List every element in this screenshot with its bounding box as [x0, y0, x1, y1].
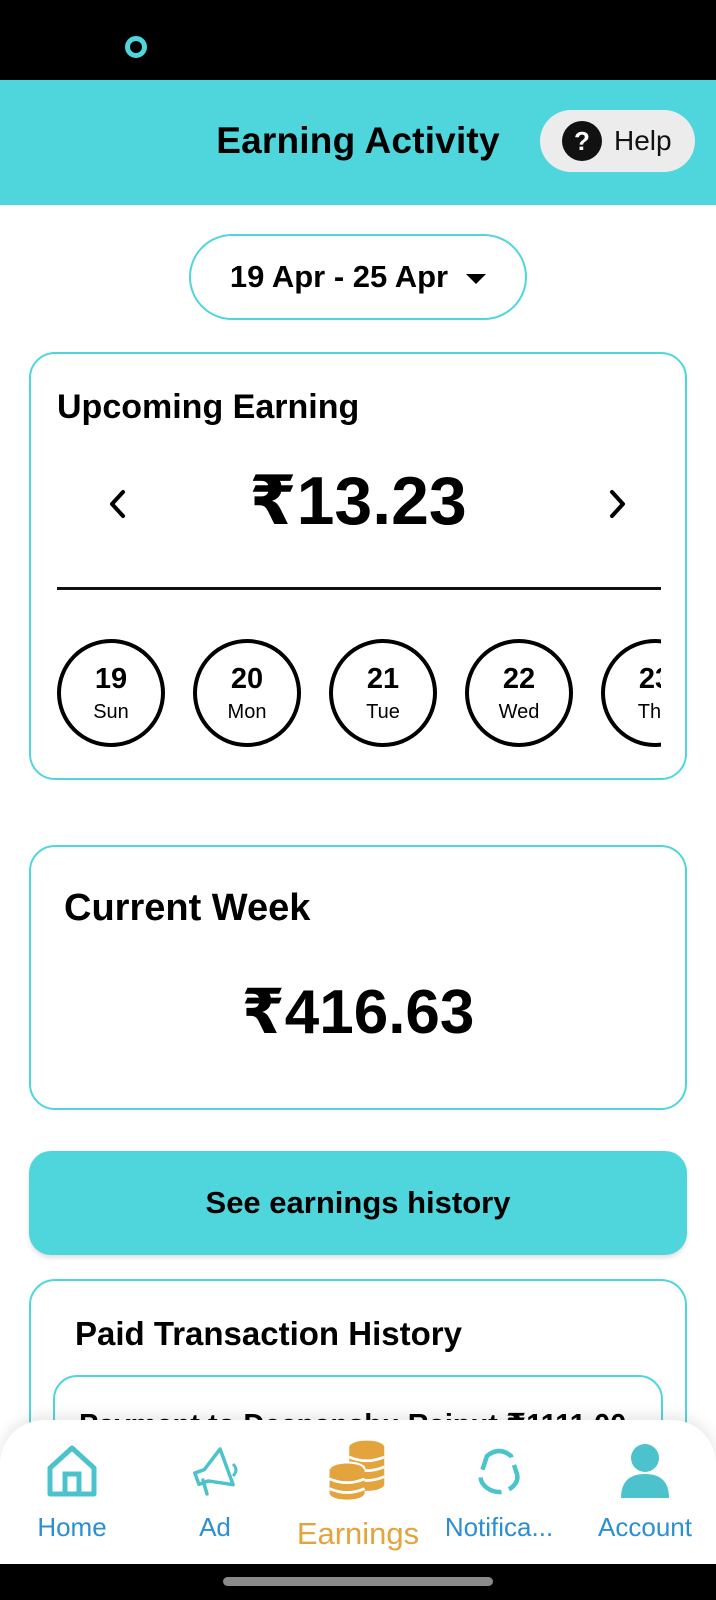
megaphone-icon [193, 1447, 238, 1496]
day-selector: 19 Sun 20 Mon 21 Tue 22 Wed 23 Thu [57, 639, 661, 751]
current-week-title: Current Week [64, 887, 311, 929]
nav-notifications-label: Notifica... [444, 1512, 554, 1542]
nav-ad[interactable]: Ad [170, 1420, 260, 1564]
upcoming-earning-title: Upcoming Earning [57, 388, 360, 426]
nav-home-label: Home [37, 1512, 107, 1542]
day-number: 19 [94, 662, 128, 695]
day-name: Tue [366, 700, 400, 723]
day-number: 21 [366, 662, 400, 695]
nav-earnings[interactable]: Earnings [292, 1420, 424, 1564]
home-icon [47, 1445, 97, 1497]
upcoming-earning-card: Upcoming Earning ₹13.23 19 Sun 20 Mon 21… [29, 352, 687, 780]
dropdown-caret-icon [466, 274, 487, 284]
home-gesture-handle[interactable] [223, 1577, 493, 1586]
nav-account-label: Account [598, 1512, 692, 1542]
account-icon [621, 1444, 669, 1498]
day-circle-19[interactable]: 19 Sun [57, 639, 165, 747]
day-name: Wed [498, 700, 540, 723]
notification-icon [478, 1448, 520, 1495]
date-range-label: 19 Apr - 25 Apr [229, 259, 449, 294]
help-button[interactable]: ? Help [540, 110, 695, 172]
day-name: Sun [93, 700, 129, 723]
current-week-card: Current Week ₹416.63 [29, 845, 687, 1110]
upcoming-earning-amount: ₹13.23 [249, 463, 467, 539]
day-name: Thu [637, 700, 661, 723]
nav-home[interactable]: Home [24, 1420, 120, 1564]
question-mark-icon: ? [562, 121, 602, 161]
system-gesture-bar [0, 1564, 716, 1600]
date-range-dropdown[interactable]: 19 Apr - 25 Apr [189, 234, 527, 320]
see-earnings-history-button[interactable]: See earnings history [29, 1151, 687, 1255]
next-day-button[interactable] [595, 474, 639, 534]
day-circle-23[interactable]: 23 Thu [601, 639, 661, 747]
day-number: 23 [638, 662, 661, 695]
status-bar [0, 0, 716, 80]
day-circle-20[interactable]: 20 Mon [193, 639, 301, 747]
day-circle-21[interactable]: 21 Tue [329, 639, 437, 747]
nav-account[interactable]: Account [590, 1420, 700, 1564]
divider [57, 587, 661, 590]
nav-notifications[interactable]: Notifica... [436, 1420, 562, 1564]
status-notification-icon [125, 36, 147, 58]
nav-ad-label: Ad [199, 1512, 231, 1542]
bottom-navigation: Home Ad Earnings Notifica... Account [0, 1420, 716, 1564]
app-bar: Earning Activity ? Help [0, 80, 716, 205]
chevron-right-icon [610, 490, 625, 518]
coins-icon [328, 1440, 385, 1500]
nav-earnings-label: Earnings [296, 1516, 420, 1551]
paid-transaction-history-title: Paid Transaction History [75, 1315, 462, 1352]
day-circle-22[interactable]: 22 Wed [465, 639, 573, 747]
day-number: 22 [502, 662, 536, 695]
current-week-amount: ₹416.63 [241, 978, 475, 1047]
day-name: Mon [227, 700, 267, 723]
help-label: Help [614, 125, 672, 156]
day-number: 20 [230, 662, 264, 695]
